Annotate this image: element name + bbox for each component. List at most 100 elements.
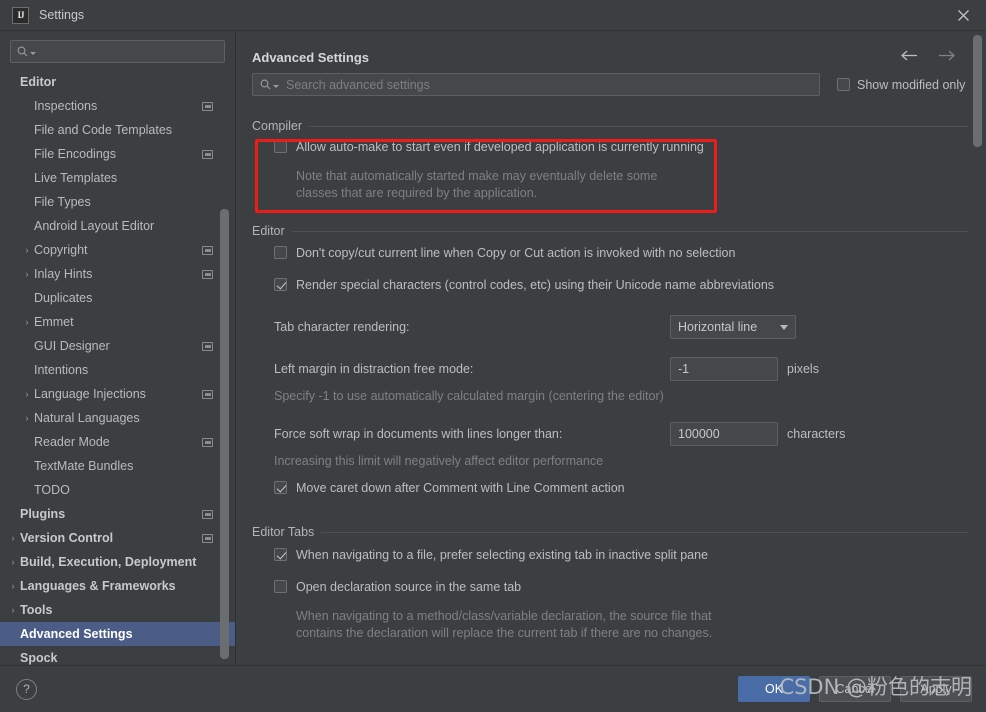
search-icon	[260, 79, 279, 90]
group-editor-tabs: Editor Tabs When navigating to a file, p…	[252, 525, 968, 642]
dialog-body: Editor Inspections File and Code Templates…	[0, 31, 986, 665]
sidebar-item-intentions[interactable]: Intentions	[0, 358, 235, 382]
soft-wrap-input[interactable]: 100000	[670, 422, 778, 446]
move-caret-down-checkbox[interactable]: Move caret down after Comment with Line …	[274, 481, 968, 503]
sidebar-item-reader-mode[interactable]: Reader Mode	[0, 430, 235, 454]
sidebar-item-duplicates[interactable]: Duplicates	[0, 286, 235, 310]
open-declaration-same-tab-checkbox[interactable]: Open declaration source in the same tab	[274, 580, 968, 602]
sidebar-item-editor[interactable]: Editor	[0, 70, 235, 94]
apply-button[interactable]: Apply	[900, 676, 972, 702]
sidebar-item-languages-frameworks[interactable]: › Languages & Frameworks	[0, 574, 235, 598]
dropdown-value: Horizontal line	[678, 320, 758, 334]
checkbox-box	[274, 246, 287, 259]
move-caret-down-label: Move caret down after Comment with Line …	[296, 481, 625, 495]
tab-character-rendering-dropdown[interactable]: Horizontal line	[670, 315, 796, 339]
sidebar-item-inlay-hints[interactable]: › Inlay Hints	[0, 262, 235, 286]
show-modified-only-checkbox[interactable]: Show modified only	[837, 78, 965, 92]
sidebar-item-inspections[interactable]: Inspections	[0, 94, 235, 118]
search-dropdown-icon[interactable]	[273, 85, 279, 88]
project-scope-badge-icon	[202, 101, 213, 111]
sidebar-item-label: Plugins	[20, 507, 66, 521]
footer-actions: OK Cancel Apply	[738, 676, 972, 702]
sidebar-item-build-execution-deployment[interactable]: › Build, Execution, Deployment	[0, 550, 235, 574]
sidebar-item-version-control[interactable]: › Version Control	[0, 526, 235, 550]
chevron-right-icon[interactable]: ›	[6, 557, 20, 567]
title-bar: IJ Settings	[0, 0, 986, 31]
settings-sidebar: Editor Inspections File and Code Templates…	[0, 31, 236, 665]
sidebar-item-spock[interactable]: Spock	[0, 646, 235, 665]
sidebar-item-label: Build, Execution, Deployment	[20, 555, 197, 569]
chevron-right-icon[interactable]: ›	[6, 533, 20, 543]
intellij-logo-icon: IJ	[12, 6, 29, 24]
sidebar-item-todo[interactable]: TODO	[0, 478, 235, 502]
chevron-right-icon[interactable]: ›	[6, 581, 20, 591]
chevron-right-icon[interactable]: ›	[20, 389, 34, 399]
chevron-right-icon[interactable]: ›	[20, 269, 34, 279]
render-special-characters-label: Render special characters (control codes…	[296, 278, 775, 292]
chevron-right-icon[interactable]: ›	[6, 605, 20, 615]
sidebar-item-emmet[interactable]: › Emmet	[0, 310, 235, 334]
sidebar-item-file-encodings[interactable]: File Encodings	[0, 142, 235, 166]
sidebar-item-file-and-code-templates[interactable]: File and Code Templates	[0, 118, 235, 142]
arrow-right-icon[interactable]	[937, 49, 956, 65]
sidebar-item-advanced-settings[interactable]: Advanced Settings	[0, 622, 235, 646]
sidebar-item-label: TODO	[34, 483, 70, 497]
sidebar-item-label: File Encodings	[34, 147, 116, 161]
chevron-down-icon	[780, 324, 788, 330]
allow-auto-make-note: Note that automatically started make may…	[296, 169, 658, 200]
close-icon[interactable]	[940, 0, 986, 31]
sidebar-item-language-injections[interactable]: › Language Injections	[0, 382, 235, 406]
sidebar-item-gui-designer[interactable]: GUI Designer	[0, 334, 235, 358]
project-scope-badge-icon	[202, 149, 213, 159]
sidebar-item-copyright[interactable]: › Copyright	[0, 238, 235, 262]
content-scrollbar-thumb[interactable]	[973, 35, 982, 147]
help-icon[interactable]: ?	[16, 678, 37, 700]
group-header: Compiler	[252, 119, 968, 133]
sidebar-item-tools[interactable]: › Tools	[0, 598, 235, 622]
group-body: When navigating to a file, prefer select…	[252, 548, 968, 642]
allow-auto-make-checkbox[interactable]: Allow auto-make to start even if develop…	[274, 140, 968, 162]
content-header: Advanced Settings	[236, 31, 986, 69]
dont-copy-cut-checkbox[interactable]: Don't copy/cut current line when Copy or…	[274, 246, 968, 268]
sidebar-item-label: Natural Languages	[34, 411, 140, 425]
project-scope-badge-icon	[202, 245, 213, 255]
sidebar-item-live-templates[interactable]: Live Templates	[0, 166, 235, 190]
search-icon	[17, 46, 36, 57]
sidebar-item-label: File Types	[34, 195, 91, 209]
chevron-right-icon[interactable]: ›	[20, 245, 34, 255]
sidebar-item-label: Reader Mode	[34, 435, 110, 449]
sidebar-item-label: Languages & Frameworks	[20, 579, 176, 593]
sidebar-scrollbar-thumb[interactable]	[220, 209, 229, 659]
search-dropdown-icon[interactable]	[30, 52, 36, 55]
tab-character-rendering-row: Tab character rendering: Horizontal line	[274, 314, 968, 340]
soft-wrap-hint: Increasing this limit will negatively af…	[274, 454, 604, 468]
sidebar-item-label: Inspections	[34, 99, 98, 113]
sidebar-item-label: GUI Designer	[34, 339, 110, 353]
left-margin-input[interactable]: -1	[670, 357, 778, 381]
prefer-existing-tab-checkbox[interactable]: When navigating to a file, prefer select…	[274, 548, 968, 570]
checkbox-box	[274, 580, 287, 593]
project-scope-badge-icon	[202, 509, 213, 519]
sidebar-search-input[interactable]	[10, 40, 225, 63]
settings-scroll-area: Compiler Allow auto-make to start even i…	[236, 103, 986, 665]
navigation-arrows	[900, 49, 968, 65]
left-margin-label: Left margin in distraction free mode:	[274, 362, 474, 376]
sidebar-item-android-layout-editor[interactable]: Android Layout Editor	[0, 214, 235, 238]
cancel-button[interactable]: Cancel	[819, 676, 891, 702]
chevron-right-icon[interactable]: ›	[20, 317, 34, 327]
arrow-left-icon[interactable]	[900, 49, 919, 65]
sidebar-item-plugins[interactable]: Plugins	[0, 502, 235, 526]
sidebar-item-textmate-bundles[interactable]: TextMate Bundles	[0, 454, 235, 478]
sidebar-scrollbar[interactable]	[220, 31, 232, 665]
sidebar-item-label: Duplicates	[34, 291, 93, 305]
search-input[interactable]: Search advanced settings	[252, 73, 820, 96]
group-title: Editor Tabs	[252, 525, 315, 539]
ok-button[interactable]: OK	[738, 676, 810, 702]
render-special-characters-checkbox[interactable]: Render special characters (control codes…	[274, 278, 968, 300]
show-modified-only-label: Show modified only	[857, 77, 966, 92]
sidebar-item-file-types[interactable]: File Types	[0, 190, 235, 214]
group-divider	[321, 531, 968, 533]
sidebar-item-natural-languages[interactable]: › Natural Languages	[0, 406, 235, 430]
group-header: Editor	[252, 224, 968, 238]
chevron-right-icon[interactable]: ›	[20, 413, 34, 423]
